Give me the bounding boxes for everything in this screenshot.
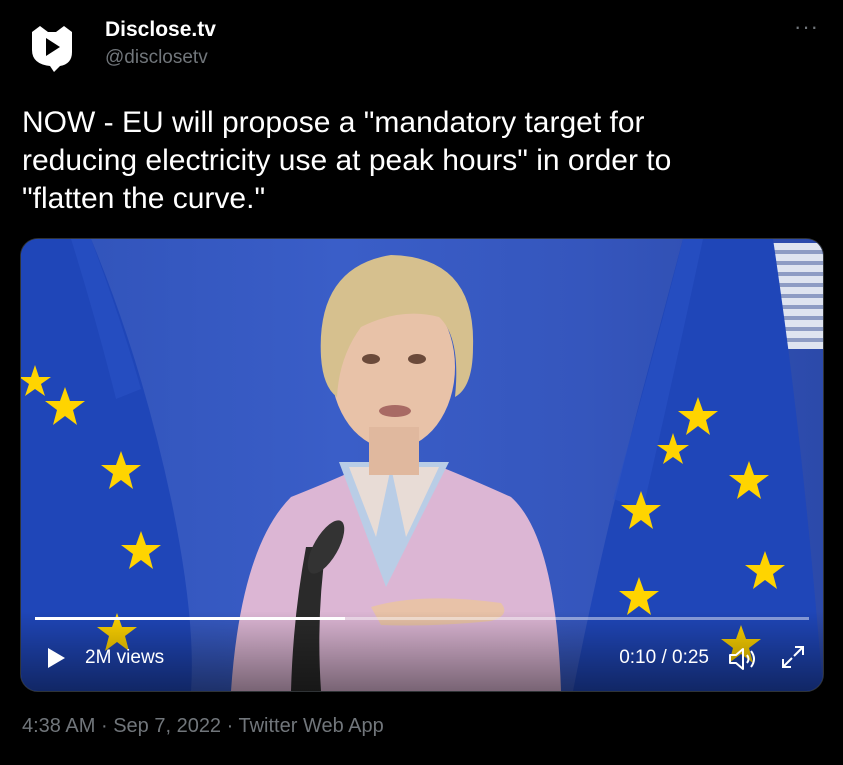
avatar-logo-icon: [32, 26, 72, 72]
separator: ·: [226, 715, 234, 737]
tweet-date[interactable]: Sep 7, 2022: [113, 715, 221, 737]
account-name[interactable]: Disclose.tv: [105, 18, 216, 42]
time-display: 0:10 / 0:25: [619, 647, 709, 668]
tweet-header: Disclose.tv @disclosetv ···: [0, 0, 843, 90]
progress-bar[interactable]: [35, 617, 809, 620]
video-controls: 2M views 0:10 / 0:25: [21, 611, 823, 691]
avatar[interactable]: [20, 14, 84, 78]
separator: ·: [100, 715, 108, 737]
more-icon[interactable]: ···: [794, 14, 819, 40]
fullscreen-icon[interactable]: [779, 643, 807, 671]
progress-fill: [35, 617, 345, 620]
tweet-time[interactable]: 4:38 AM: [22, 715, 95, 737]
tweet-text: NOW - EU will propose a "mandatory targe…: [22, 106, 672, 215]
view-count: 2M views: [85, 647, 165, 668]
volume-icon[interactable]: [727, 645, 759, 673]
account-handle[interactable]: @disclosetv: [105, 47, 208, 69]
play-icon[interactable]: [45, 647, 67, 669]
tweet-source[interactable]: Twitter Web App: [239, 715, 384, 737]
tweet-metadata: 4:38 AM · Sep 7, 2022 · Twitter Web App: [22, 715, 384, 738]
video-player[interactable]: 2M views 0:10 / 0:25: [20, 238, 824, 692]
